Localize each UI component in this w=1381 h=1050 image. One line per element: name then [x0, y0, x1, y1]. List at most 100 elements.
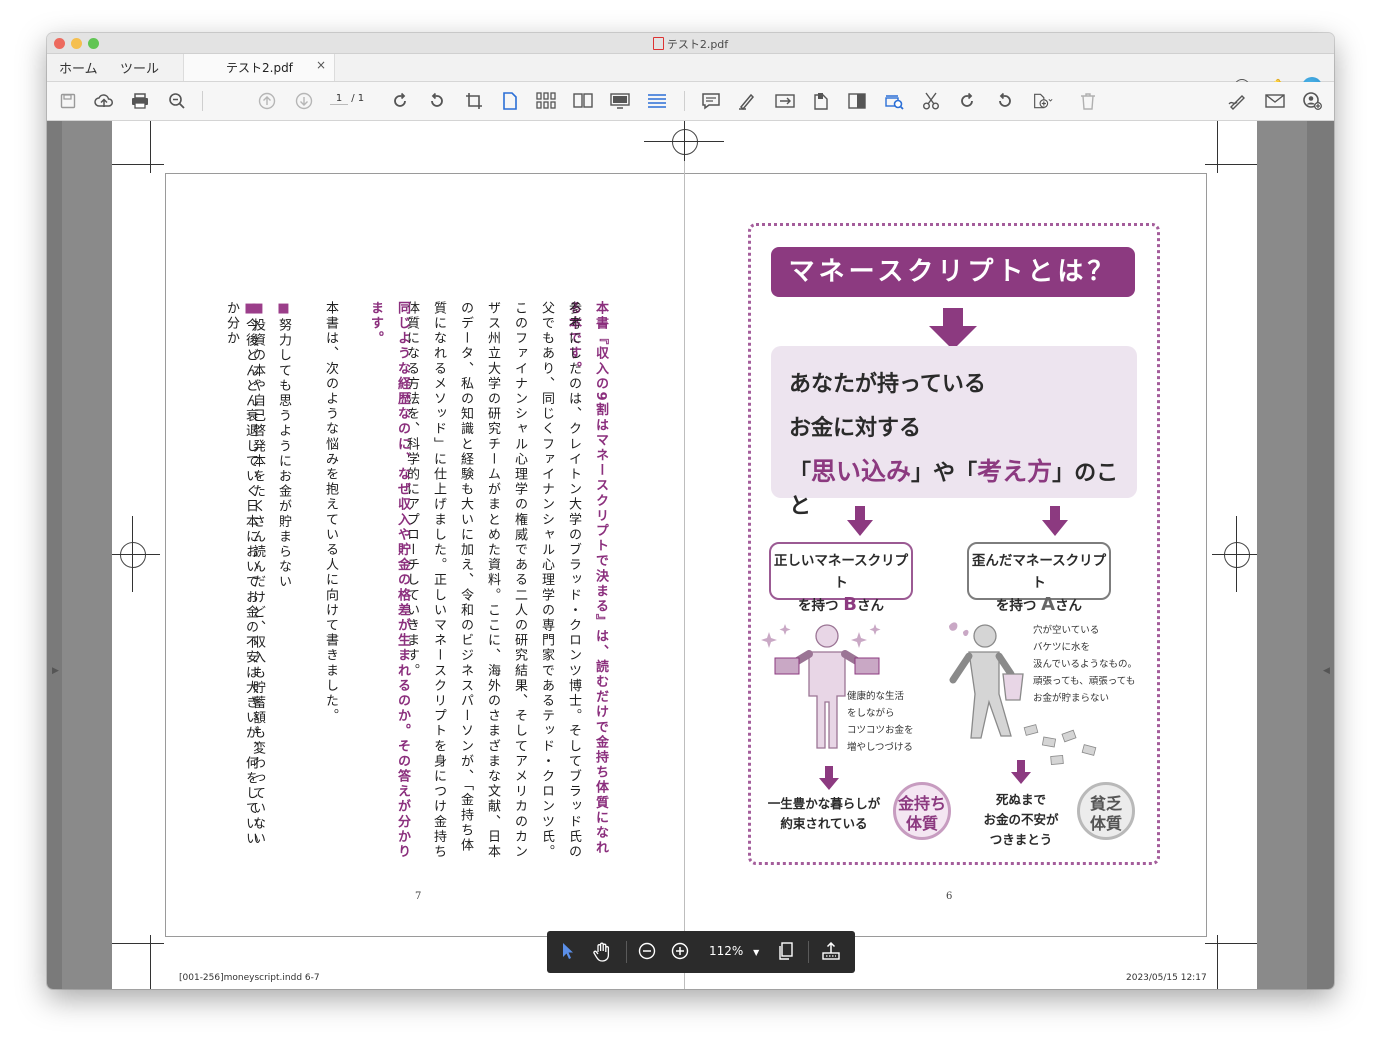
definition-box: あなたが持っている お金に対する 「思い込み」や「考え方」のこと [771, 346, 1137, 519]
left-page-emphasis: 同じような経歴なのに、なぜ収入や貯金の格差が生まれるのか。その答えが分かります。 [368, 301, 410, 860]
upload-cloud-icon[interactable] [94, 91, 114, 111]
share-upload-icon[interactable] [821, 941, 841, 964]
registration-mark [1224, 542, 1250, 568]
registration-mark [672, 129, 698, 155]
crop-mark [150, 121, 151, 173]
search-zoom-icon[interactable] [167, 91, 187, 111]
rotate-ccw-icon[interactable] [427, 91, 447, 111]
page-number-right: 6 [946, 891, 953, 902]
zoom-out-icon[interactable] [638, 942, 656, 964]
crop-mark [684, 121, 685, 161]
convert-icon[interactable] [775, 91, 795, 111]
redo-icon[interactable] [957, 91, 977, 111]
comment-icon[interactable] [701, 91, 721, 111]
scroll-icon[interactable] [647, 91, 667, 111]
registration-mark [120, 542, 146, 568]
single-page-icon[interactable] [500, 91, 520, 111]
crop-mark [1205, 164, 1257, 165]
export-icon[interactable] [811, 91, 831, 111]
slug-filename: [001-256]moneyscript.indd 6-7 [179, 973, 320, 983]
title-bar: テスト2.pdf [47, 33, 1334, 54]
list-item: ■今後どんどん衰退していく日本においてお金の不安は大きいが、何をしていいか分か [224, 301, 258, 847]
insert-page-icon[interactable] [1033, 91, 1053, 111]
slug-date: 2023/05/15 12:17 [1126, 973, 1207, 983]
page-up-icon[interactable] [257, 91, 277, 111]
app-window: テスト2.pdf ホーム ツール テスト2.pdf × ? 🔔 [47, 33, 1334, 989]
emphasis-assumption: 思い込み [811, 457, 912, 486]
emphasis-thinking: 考え方 [977, 457, 1053, 486]
infographic-title: マネースクリプトとは？ [771, 247, 1135, 297]
save-icon[interactable] [58, 91, 78, 111]
toolbar: 1 / 1 [47, 82, 1334, 121]
grid-view-icon[interactable] [536, 91, 556, 111]
scissors-icon[interactable] [921, 91, 941, 111]
two-page-icon[interactable] [573, 91, 593, 111]
left-panel-toggle-icon[interactable]: ▶ [52, 666, 59, 676]
toolbar-separator [808, 941, 809, 963]
mail-icon[interactable] [1265, 91, 1285, 111]
pasteboard-right [1257, 121, 1307, 989]
bullet-mark: ■ [243, 301, 258, 319]
hand-tool-icon[interactable] [592, 942, 612, 966]
bullet-mark: ■ [276, 301, 291, 319]
print-icon[interactable] [130, 91, 150, 111]
correct-money-script-box: 正しいマネースクリプト を持つ Bさん [769, 542, 913, 615]
crop-icon[interactable] [464, 91, 484, 111]
window-title: テスト2.pdf [47, 36, 1334, 52]
crop-mark [150, 935, 151, 989]
crop-mark [132, 516, 133, 592]
presentation-icon[interactable] [610, 91, 630, 111]
floating-toolbar: 112% ▼ [547, 931, 855, 973]
poor-result-text: 死ぬまで お金の不安が つきまとう [983, 792, 1059, 847]
toolbar-separator [626, 941, 627, 963]
rich-constitution-badge: 金持ち 体質 [893, 782, 951, 840]
crop-mark [1236, 516, 1237, 592]
crop-mark [112, 164, 164, 165]
pdf-file-icon [652, 37, 664, 50]
highlight-icon[interactable] [737, 91, 757, 111]
redact-icon[interactable] [847, 91, 867, 111]
rotate-cw-icon[interactable] [390, 91, 410, 111]
crop-mark [112, 943, 164, 944]
left-page-paragraph-2: 本書は、次のような悩みを抱えている人に向けて書きました。 [323, 301, 338, 724]
struggling-note: 穴が空いている バケツに水を 汲んでいるようなもの。 頑張っても、頑張っても お… [1033, 625, 1138, 704]
page-display-icon[interactable] [778, 942, 794, 964]
healthy-note: 健康的な生活 をしながら コツコツお金を 増やしつづける [847, 691, 914, 753]
chevron-down-icon: ▼ [753, 948, 760, 957]
select-tool-icon[interactable] [561, 942, 575, 964]
down-arrow-icon [847, 506, 873, 536]
sign-icon[interactable] [1228, 91, 1248, 111]
document-tab-label: テスト2.pdf [226, 61, 293, 75]
tab-document[interactable]: テスト2.pdf × [183, 54, 335, 81]
down-arrow-icon [1042, 506, 1068, 536]
tab-bar: ホーム ツール テスト2.pdf × ? 🔔 [47, 54, 1334, 97]
money-script-infographic: マネースクリプトとは？ あなたが持っている お金に対する 「思い込み」や「考え方… [748, 223, 1160, 865]
page-number-input[interactable]: 1 [330, 93, 348, 105]
down-arrow-icon [819, 766, 839, 790]
tab-tools[interactable]: ツール [120, 58, 159, 77]
close-tab-icon[interactable]: × [316, 58, 326, 72]
distorted-money-script-box: 歪んだマネースクリプト を持つ Aさん [967, 542, 1111, 615]
definition-line-3: 「思い込み」や「考え方」のこと [789, 457, 1119, 519]
list-item: ■努力しても思うようにお金が貯まらない [276, 301, 291, 590]
add-user-icon[interactable] [1302, 91, 1322, 111]
down-arrow-icon [929, 308, 977, 350]
crop-mark [112, 554, 160, 555]
right-panel-toggle-icon[interactable]: ◀ [1323, 666, 1330, 676]
undo-icon[interactable] [995, 91, 1015, 111]
tab-home[interactable]: ホーム [59, 58, 98, 77]
page-number-left: 7 [415, 891, 422, 902]
document-viewport[interactable]: ▶ ◀ 本書『収入の9割はマネースクリプトで決まる』は、読むだけで金持ち体質にな… [47, 121, 1334, 989]
crop-mark [1217, 121, 1218, 173]
left-page-paragraph-1: 参考にしたのは、クレイトン大学のブラッド・クロンツ博士。そしてブラッド氏の父でも… [404, 301, 581, 860]
spine-line [684, 121, 685, 989]
definition-line-1: あなたが持っている [789, 372, 986, 397]
find-replace-icon[interactable] [884, 91, 904, 111]
crop-mark [1205, 943, 1257, 944]
page-down-icon[interactable] [294, 91, 314, 111]
page-indicator: 1 / 1 [330, 93, 364, 105]
trash-icon[interactable] [1078, 91, 1098, 111]
pasteboard-left [62, 121, 112, 989]
zoom-level-dropdown[interactable]: 112% ▼ [709, 944, 759, 958]
zoom-in-icon[interactable] [671, 942, 689, 964]
